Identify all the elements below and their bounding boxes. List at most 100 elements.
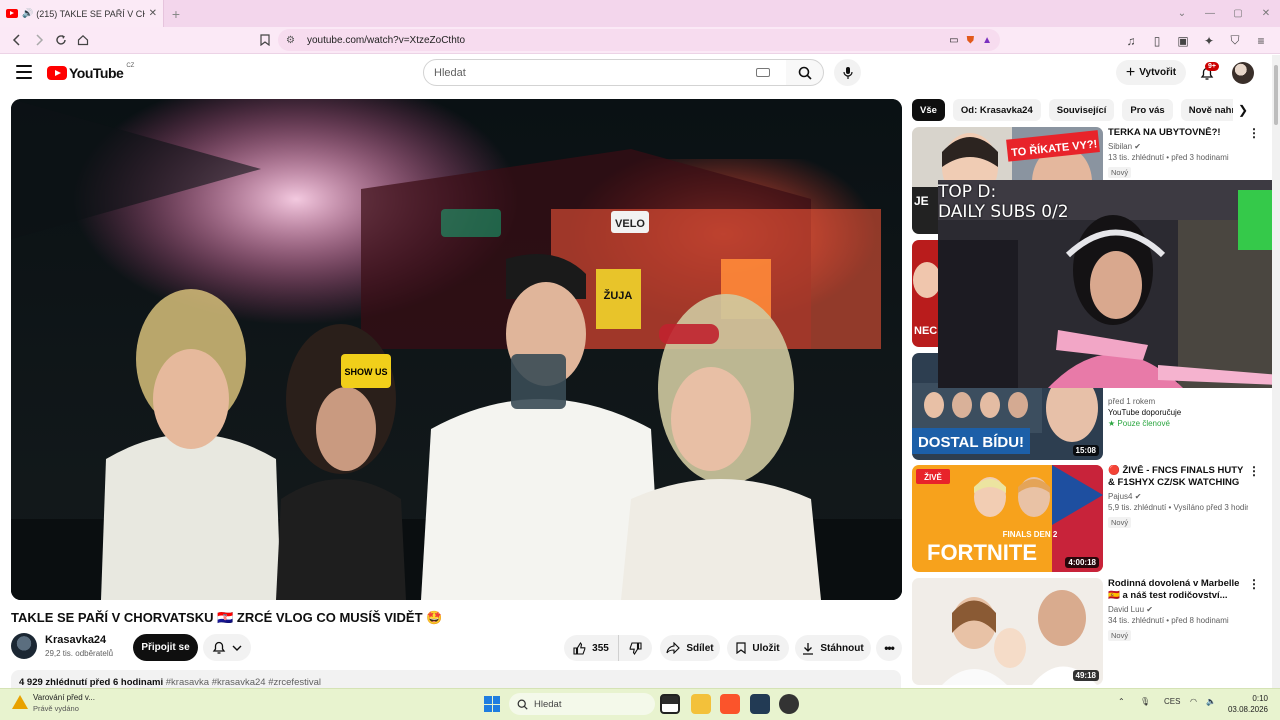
voice-search-button[interactable] — [834, 59, 861, 86]
verified-icon: ✔ — [1134, 142, 1141, 151]
reload-icon[interactable] — [50, 29, 72, 51]
download-icon — [803, 642, 814, 655]
chip-from-channel[interactable]: Od: Krasavka24 — [952, 99, 1041, 121]
task-view-icon[interactable] — [660, 694, 680, 714]
menu-icon[interactable]: ≡ — [1250, 30, 1272, 52]
channel-name[interactable]: Krasavka24 — [45, 634, 106, 646]
thumb-caption: JE — [914, 194, 929, 208]
hashtags[interactable]: #krasavka #krasavka24 #zrcefestival — [166, 677, 321, 688]
taskbar-search[interactable]: Hledat — [509, 693, 655, 715]
wifi-icon[interactable]: ◠ — [1190, 697, 1197, 706]
maximize-button[interactable]: ▢ — [1224, 8, 1252, 19]
minimize-button[interactable]: — — [1196, 8, 1224, 19]
video-thumbnail[interactable]: 49:18 — [912, 578, 1103, 685]
video-player[interactable]: VELO ŽUJA SHOW US — [11, 99, 902, 600]
dislike-button[interactable] — [618, 635, 652, 661]
leo-ai-icon[interactable]: ✦ — [1198, 30, 1220, 52]
back-icon[interactable] — [6, 29, 28, 51]
video-duration: 49:18 — [1072, 670, 1099, 681]
recommendation-channel[interactable]: David Luu ✔ — [1108, 605, 1248, 614]
media-icon[interactable]: ♫ — [1120, 30, 1142, 52]
file-explorer-icon[interactable] — [691, 694, 711, 714]
more-actions-button[interactable]: ••• — [876, 635, 902, 661]
more-icon: ••• — [884, 641, 895, 655]
account-avatar[interactable] — [1232, 62, 1254, 84]
chevron-right-icon[interactable]: ❯ — [1233, 99, 1253, 121]
recommendation-meta: před 1 rokem — [1108, 397, 1156, 406]
clock[interactable]: 0:10 03.08.2026 — [1222, 693, 1268, 715]
members-only-badge: ★ Pouze členové — [1108, 419, 1170, 428]
close-window-button[interactable]: ✕ — [1252, 8, 1280, 19]
more-vert-icon[interactable]: ⋮ — [1248, 465, 1260, 477]
brave-rewards-icon[interactable]: ▲ — [982, 35, 992, 46]
search-input[interactable] — [434, 66, 756, 79]
speaker-icon[interactable]: 🔊 — [22, 8, 33, 19]
vpn-icon[interactable]: ⛉ — [1224, 30, 1246, 52]
share-button[interactable]: Sdílet — [660, 635, 720, 661]
app-icon[interactable] — [750, 694, 770, 714]
tab-search-icon[interactable]: ⌄ — [1168, 8, 1196, 19]
join-button[interactable]: Připojit se — [133, 634, 198, 661]
brave-browser-icon[interactable] — [720, 694, 740, 714]
thumb-caption: FORTNITE — [927, 540, 1037, 565]
page-scrollbar[interactable] — [1272, 55, 1280, 688]
recommendation-channel[interactable]: Sibilan ✔ — [1108, 142, 1248, 151]
sidebar-icon[interactable]: ▯ — [1146, 30, 1168, 52]
verified-icon: ✔ — [1134, 492, 1142, 501]
url-text: youtube.com/watch?v=XtzeZoCthto — [306, 34, 466, 46]
stream-overlay-window[interactable]: TOP D: DAILY SUBS 0/2 — [938, 180, 1280, 388]
steam-icon[interactable] — [779, 694, 799, 714]
more-vert-icon[interactable]: ⋮ — [1248, 578, 1260, 590]
share-label: Sdílet — [686, 642, 714, 654]
home-icon[interactable] — [72, 29, 94, 51]
recommendation-info: 🔴 ŽIVĚ - FNCS FINALS HUTY & F1SHYX CZ/SK… — [1108, 465, 1248, 530]
new-badge: Nový — [1108, 517, 1132, 528]
new-tab-button[interactable]: + — [164, 6, 188, 22]
volume-icon[interactable]: 🔈 — [1206, 697, 1216, 706]
recommendation-channel[interactable]: Pajus4 ✔ — [1108, 492, 1248, 501]
description-box[interactable]: 4 929 zhlédnutí před 6 hodinami #krasavk… — [11, 670, 901, 688]
address-bar[interactable]: ⚙ youtube.com/watch?v=XtzeZoCthto ▭ ⛊ ▲ — [278, 29, 1000, 51]
subscription-bell-button[interactable] — [203, 634, 251, 661]
channel-avatar[interactable] — [11, 633, 37, 659]
recommendation-title[interactable]: Rodinná dovolená v Marbelle 🇪🇸 a náš tes… — [1108, 578, 1248, 602]
recommendation-title[interactable]: TERKA NA UBYTOVNĚ?! — [1108, 127, 1248, 139]
warning-icon — [12, 695, 28, 709]
recommendation-item[interactable]: 49:18 Rodinná dovolená v Marbelle 🇪🇸 a n… — [912, 578, 1272, 685]
create-label: Vytvořit — [1139, 67, 1177, 78]
save-button[interactable]: Uložit — [727, 635, 789, 661]
language-indicator[interactable]: CES — [1164, 697, 1180, 706]
weather-warning-widget[interactable]: Varování před v... Právě vydáno — [12, 693, 95, 713]
video-thumbnail[interactable]: ŽIVĚ FINALS DEN 2 FORTNITE 4:00:18 — [912, 465, 1103, 572]
thumb-caption: DOSTAL BÍDU! — [918, 434, 1024, 451]
download-button[interactable]: Stáhnout — [795, 635, 871, 661]
chip-all[interactable]: Vše — [912, 99, 945, 121]
create-button[interactable]: + Vytvořit — [1116, 60, 1186, 85]
close-tab-icon[interactable]: ✕ — [149, 8, 157, 19]
view-count-date: 4 929 zhlédnutí před 6 hodinami — [19, 677, 164, 688]
cast-icon[interactable]: ▭ — [949, 35, 958, 46]
recommendation-item[interactable]: ŽIVĚ FINALS DEN 2 FORTNITE 4:00:18 🔴 ŽIV… — [912, 465, 1272, 572]
bookmark-icon[interactable] — [254, 29, 276, 51]
site-info-icon[interactable]: ⚙ — [286, 35, 295, 46]
brave-shield-icon[interactable]: ⛊ — [967, 35, 975, 46]
more-vert-icon[interactable]: ⋮ — [1248, 127, 1260, 139]
live-badge: ŽIVĚ — [924, 473, 942, 482]
chevron-up-icon[interactable]: ⌃ — [1118, 697, 1125, 706]
forward-icon[interactable] — [28, 29, 50, 51]
wallet-icon[interactable]: ▣ — [1172, 30, 1194, 52]
browser-tab[interactable]: 🔊 (215) TAKLE SE PAŘÍ V CHORVATSKU ... ✕ — [0, 0, 164, 27]
youtube-favicon-icon — [6, 9, 18, 18]
start-button[interactable] — [484, 696, 500, 712]
keyboard-icon[interactable] — [756, 68, 770, 77]
chip-related[interactable]: Související — [1048, 99, 1115, 121]
search-button[interactable] — [786, 59, 824, 86]
microphone-icon[interactable]: 🎙 — [1140, 697, 1150, 706]
chip-for-you[interactable]: Pro vás — [1122, 99, 1173, 121]
clock-time: 0:10 — [1252, 694, 1268, 703]
like-button[interactable]: 355 — [564, 635, 618, 661]
recommendation-meta: 5,9 tis. zhlédnutí • Vysíláno před 3 hod… — [1108, 503, 1248, 512]
menu-icon[interactable] — [16, 65, 32, 79]
youtube-logo[interactable]: YouTube CZ — [47, 63, 134, 81]
recommendation-title[interactable]: 🔴 ŽIVĚ - FNCS FINALS HUTY & F1SHYX CZ/SK… — [1108, 465, 1248, 489]
